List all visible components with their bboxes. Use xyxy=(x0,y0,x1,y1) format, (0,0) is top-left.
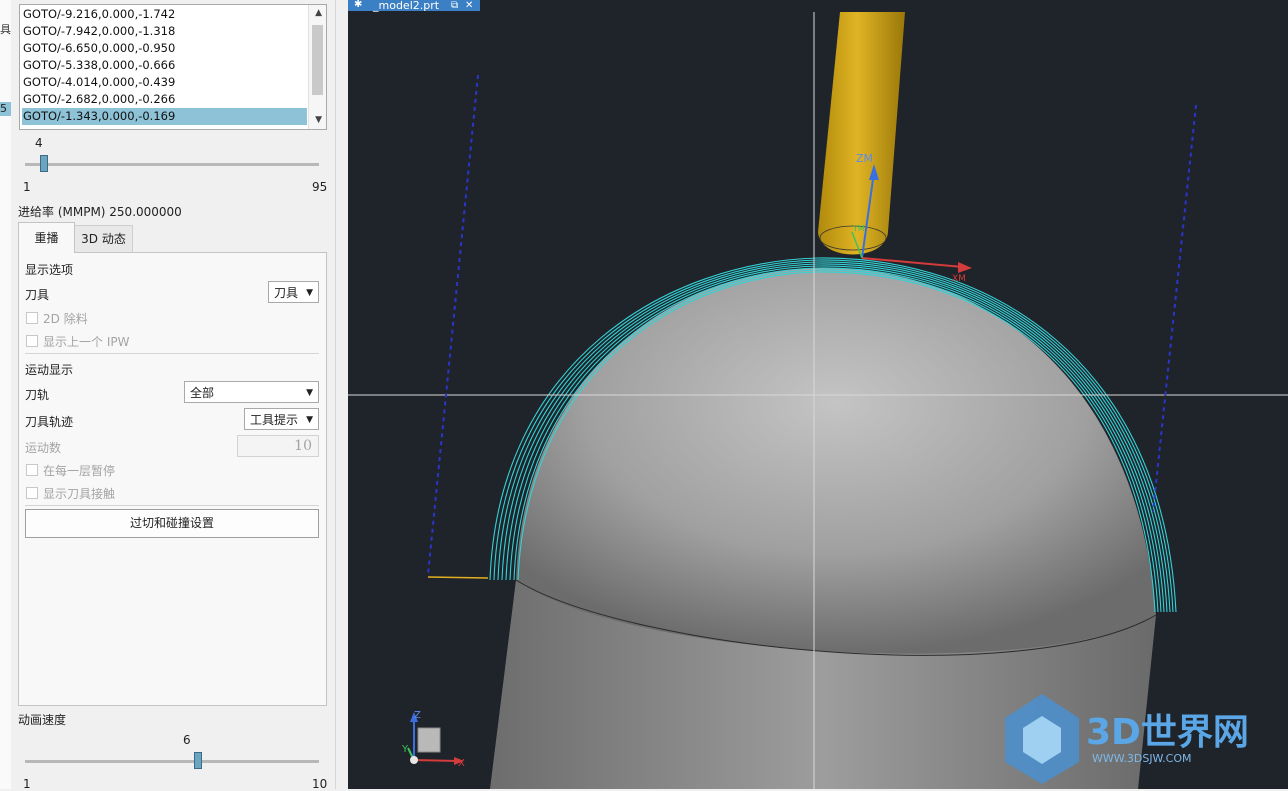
viewport-canvas: ZM YM XM Z Y X 3D世界网 WWW.3DSJW.COM xyxy=(348,12,1288,789)
view-triad: Z Y X xyxy=(401,710,465,769)
tab-3d-dynamic[interactable]: 3D 动态 xyxy=(74,225,133,253)
tool-trace-label: 刀具轨迹 xyxy=(25,415,74,429)
axis-ym-label: YM xyxy=(852,224,865,233)
toolpath-list-item[interactable]: GOTO/-5.338,0.000,-0.666 xyxy=(22,57,307,74)
toolpath-list-item[interactable]: GOTO/-6.650,0.000,-0.950 xyxy=(22,40,307,57)
feed-rate-label: 进给率 (MMPM) 250.000000 xyxy=(18,205,182,219)
graphics-viewport[interactable]: ZM YM XM Z Y X 3D世界网 WWW.3DSJW.COM ✱ _mo… xyxy=(348,0,1288,789)
engage-move xyxy=(427,576,489,579)
watermark-title: 3D世界网 xyxy=(1086,712,1249,753)
tab-replay[interactable]: 重播 xyxy=(18,222,75,253)
gouge-collision-settings-button[interactable]: 过切和碰撞设置 xyxy=(25,509,319,538)
toolpath-label: 刀轨 xyxy=(25,388,50,402)
dome xyxy=(515,267,1157,656)
chevron-down-icon: ▼ xyxy=(306,288,313,298)
divider xyxy=(25,353,319,354)
scrollbar-thumb[interactable] xyxy=(312,25,323,95)
anim-speed-value: 6 xyxy=(183,733,191,747)
tool-trace-dropdown[interactable]: 工具提示 ▼ xyxy=(244,408,319,430)
toolpath-dropdown[interactable]: 全部 ▼ xyxy=(184,381,319,403)
show-tool-contact-label: 显示刀具接触 xyxy=(43,487,116,501)
position-slider-max: 95 xyxy=(312,180,328,194)
toolpath-list-item[interactable]: GOTO/-2.682,0.000,-0.266 xyxy=(22,91,307,108)
toolpath-list-item[interactable]: GOTO/-7.942,0.000,-1.318 xyxy=(22,23,307,40)
anim-speed-track[interactable] xyxy=(25,760,319,763)
scroll-down-icon[interactable]: ▼ xyxy=(315,115,322,125)
approach-line-left xyxy=(427,74,479,576)
show-tool-contact-checkbox[interactable] xyxy=(26,487,38,499)
toolpath-list-item[interactable]: GOTO/-4.014,0.000,-0.439 xyxy=(22,74,307,91)
show-prev-ipw-label: 显示上一个 IPW xyxy=(43,335,130,349)
pause-each-layer-checkbox[interactable] xyxy=(26,464,38,476)
triad-y-label: Y xyxy=(401,744,409,755)
chevron-down-icon: ▼ xyxy=(306,388,313,398)
side-strip-text: 具 xyxy=(0,23,11,36)
tool-trace-dropdown-value: 工具提示 xyxy=(250,413,299,427)
tab-model-file[interactable]: ✱ _model2.prt ⧉ ✕ xyxy=(348,0,480,11)
panel-splitter[interactable] xyxy=(335,0,349,789)
anim-speed-thumb[interactable] xyxy=(194,752,203,769)
axis-xm-label: XM xyxy=(952,274,966,284)
tab-model-file-label: _model2.prt xyxy=(373,0,440,12)
show-prev-ipw-checkbox[interactable] xyxy=(26,335,38,347)
ipw-2d-checkbox[interactable] xyxy=(26,312,38,324)
watermark-url: WWW.3DSJW.COM xyxy=(1092,752,1192,765)
display-options-heading: 显示选项 xyxy=(25,263,74,277)
scroll-up-icon[interactable]: ▲ xyxy=(315,8,322,18)
motion-count-label: 运动数 xyxy=(25,441,62,455)
motion-count-input[interactable]: 10 xyxy=(237,435,319,457)
side-strip-selected[interactable]: 5 xyxy=(0,102,11,116)
chevron-down-icon: ▼ xyxy=(306,415,313,425)
close-icon[interactable]: ✕ xyxy=(465,0,473,11)
motion-display-heading: 运动显示 xyxy=(25,363,74,377)
tool-dropdown[interactable]: 刀具 ▼ xyxy=(268,281,319,303)
toolpath-list-item-selected[interactable]: GOTO/-1.343,0.000,-0.169 xyxy=(22,108,307,125)
part-file-icon: ✱ xyxy=(354,0,363,10)
popout-icon[interactable]: ⧉ xyxy=(451,0,458,11)
position-slider-thumb[interactable] xyxy=(40,155,49,172)
toolpath-dropdown-value: 全部 xyxy=(190,386,215,400)
toolpath-list-item[interactable]: GOTO/-9.216,0.000,-1.742 xyxy=(22,6,307,23)
tool-dropdown-value: 刀具 xyxy=(274,286,299,300)
cutting-tool xyxy=(818,12,905,255)
position-slider-track[interactable] xyxy=(25,163,319,166)
divider xyxy=(25,505,319,506)
ipw-2d-label: 2D 除料 xyxy=(43,312,88,326)
anim-speed-label: 动画速度 xyxy=(18,713,67,727)
approach-line-right xyxy=(1152,104,1197,513)
triad-z-label: Z xyxy=(414,710,421,721)
axis-zm-label: ZM xyxy=(856,152,873,165)
tool-label: 刀具 xyxy=(25,288,50,302)
pause-each-layer-label: 在每一层暂停 xyxy=(43,464,116,478)
position-slider-value: 4 xyxy=(35,136,43,150)
triad-x-label: X xyxy=(458,758,465,769)
list-scrollbar[interactable]: ▲ ▼ xyxy=(308,5,326,129)
toolpath-list[interactable]: GOTO/-9.216,0.000,-1.742 GOTO/-7.942,0.0… xyxy=(19,4,327,130)
position-slider-min: 1 xyxy=(23,180,31,194)
